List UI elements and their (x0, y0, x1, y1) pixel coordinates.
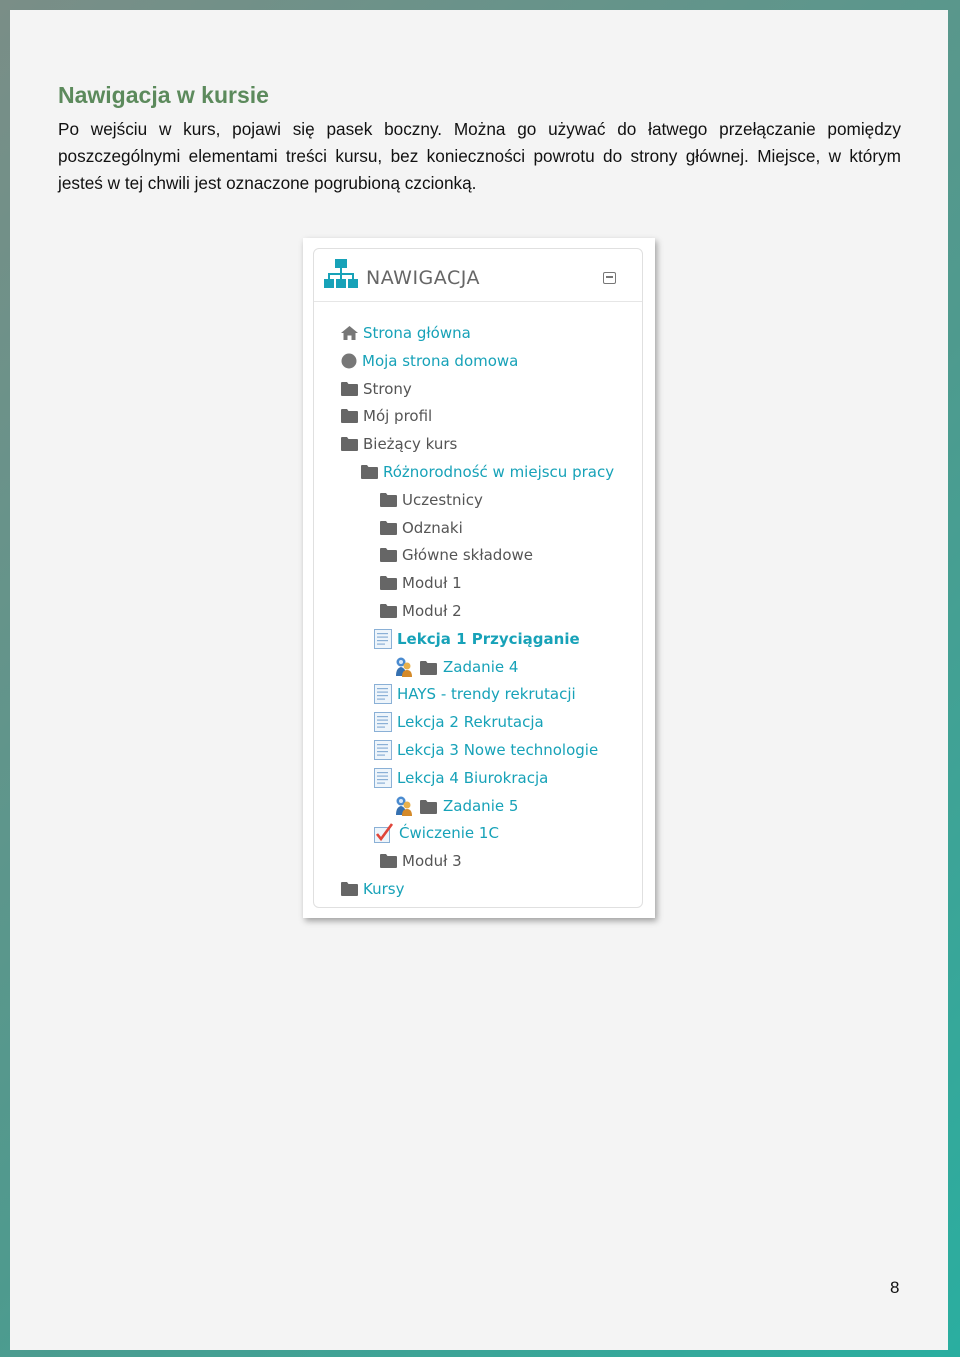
nav-item-label: Uczestnicy (402, 491, 483, 509)
folder-icon (341, 382, 358, 396)
nav-item-label: Odznaki (402, 519, 463, 537)
nav-item-moja-strona-domowa[interactable]: Moja strona domowa (341, 350, 518, 372)
nav-item-label: Moduł 1 (402, 574, 462, 592)
assignment-folder-icon (394, 657, 438, 677)
collapse-block-icon[interactable] (603, 272, 616, 284)
folder-icon (341, 882, 358, 896)
nav-item-cwiczenie-1c[interactable]: Ćwiczenie 1C (374, 822, 499, 844)
nav-item-label: Lekcja 3 Nowe technologie (397, 741, 599, 759)
folder-icon (380, 493, 397, 507)
nav-item-label: Moduł 2 (402, 602, 462, 620)
nav-item-kursy[interactable]: Kursy (341, 878, 404, 900)
page-icon (374, 740, 392, 760)
nav-item-label: Strona główna (363, 324, 471, 342)
nav-item-label: Kursy (363, 880, 405, 898)
section-heading: Nawigacja w kursie (58, 82, 269, 108)
navigation-block-header: NAWIGACJA (314, 249, 642, 302)
nav-item-strona-glowna[interactable]: Strona główna (341, 322, 471, 344)
intro-paragraph: Po wejściu w kurs, pojawi się pasek bocz… (58, 119, 901, 193)
nav-item-label: Zadanie 5 (443, 797, 519, 815)
page-icon (374, 768, 392, 788)
sitemap-icon (324, 259, 358, 294)
folder-icon (380, 854, 397, 868)
folder-icon (341, 437, 358, 451)
nav-item-label: Różnorodność w miejscu pracy (383, 463, 615, 481)
nav-item-lekcja-1-przyciaganie[interactable]: Lekcja 1 Przyciąganie (374, 628, 580, 650)
nav-item-moj-profil[interactable]: Mój profil (341, 405, 432, 427)
home-icon (341, 326, 358, 340)
assignment-folder-icon (394, 796, 438, 816)
nav-item-glowne-skladowe[interactable]: Główne składowe (380, 544, 533, 566)
checkbox-icon (374, 823, 394, 843)
nav-item-lekcja-4-biurokracja[interactable]: Lekcja 4 Biurokracja (374, 767, 548, 789)
nav-item-label: Mój profil (363, 407, 433, 425)
nav-item-label: Główne składowe (402, 546, 533, 564)
nav-item-label: Moja strona domowa (362, 352, 519, 370)
nav-item-label: Lekcja 2 Rekrutacja (397, 713, 544, 731)
page-icon (374, 712, 392, 732)
nav-item-label: Strony (363, 380, 412, 398)
nav-item-hays-trendy-rekrutacji[interactable]: HAYS - trendy rekrutacji (374, 683, 576, 705)
nav-item-biezacy-kurs[interactable]: Bieżący kurs (341, 433, 457, 455)
nav-item-odznaki[interactable]: Odznaki (380, 517, 463, 539)
page-icon (374, 629, 392, 649)
folder-icon (341, 409, 358, 423)
folder-icon (380, 604, 397, 618)
page-icon (374, 684, 392, 704)
nav-item-modul-1[interactable]: Moduł 1 (380, 572, 462, 594)
folder-icon (380, 548, 397, 562)
page-number: 8 (890, 1278, 900, 1297)
nav-item-zadanie-4[interactable]: Zadanie 4 (394, 656, 518, 678)
nav-item-zadanie-5[interactable]: Zadanie 5 (394, 795, 518, 817)
folder-icon (361, 465, 378, 479)
nav-item-modul-3[interactable]: Moduł 3 (380, 850, 462, 872)
navigation-block: NAWIGACJA Strona główna Moja strona domow… (313, 248, 643, 908)
navigation-screenshot: NAWIGACJA Strona główna Moja strona domow… (303, 238, 655, 918)
nav-item-label: Lekcja 1 Przyciąganie (397, 630, 580, 648)
nav-item-lekcja-2-rekrutacja[interactable]: Lekcja 2 Rekrutacja (374, 711, 544, 733)
nav-item-modul-2[interactable]: Moduł 2 (380, 600, 462, 622)
navigation-block-title: NAWIGACJA (366, 267, 480, 289)
nav-item-strony[interactable]: Strony (341, 378, 412, 400)
folder-icon (380, 521, 397, 535)
nav-item-lekcja-3-nowe-technologie[interactable]: Lekcja 3 Nowe technologie (374, 739, 598, 761)
nav-item-label: Ćwiczenie 1C (399, 824, 499, 842)
nav-item-label: HAYS - trendy rekrutacji (397, 685, 576, 703)
nav-item-roznorodnosc-w-miejscu-pracy[interactable]: Różnorodność w miejscu pracy (361, 461, 614, 483)
nav-item-uczestnicy[interactable]: Uczestnicy (380, 489, 483, 511)
nav-item-label: Bieżący kurs (363, 435, 458, 453)
circle-icon (341, 353, 357, 369)
nav-item-label: Lekcja 4 Biurokracja (397, 769, 549, 787)
folder-icon (380, 576, 397, 590)
nav-item-label: Moduł 3 (402, 852, 462, 870)
nav-item-label: Zadanie 4 (443, 658, 519, 676)
